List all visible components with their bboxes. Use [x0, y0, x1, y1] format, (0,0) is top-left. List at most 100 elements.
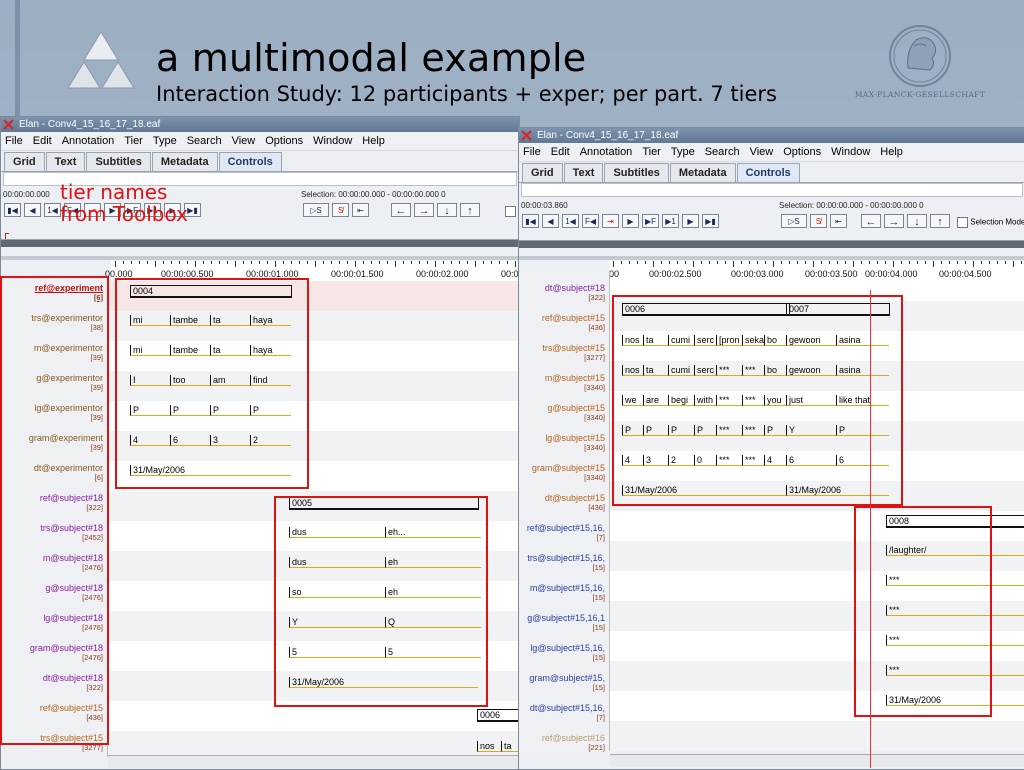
play-around-selection-button[interactable]: ▷S — [781, 214, 807, 228]
menu-help[interactable]: Help — [876, 143, 909, 161]
menu-view[interactable]: View — [228, 132, 262, 150]
next-frame-button[interactable]: ▶1 — [662, 214, 679, 228]
ruler-tick — [749, 261, 750, 264]
menu-edit[interactable]: Edit — [29, 132, 58, 150]
panel-splitter[interactable] — [519, 256, 1024, 260]
panel-splitter[interactable] — [1, 256, 519, 260]
down-arrow-icon[interactable]: ↓ — [437, 203, 457, 217]
ruler-tick — [805, 261, 806, 264]
selection-mode-checkbox[interactable] — [505, 206, 516, 217]
ruler-tick — [789, 261, 790, 264]
tier-name[interactable]: lg@subject#15,16, — [530, 643, 605, 653]
ruler-tick — [725, 261, 726, 264]
ruler-tick — [677, 261, 678, 264]
timeline-scrubber[interactable] — [519, 240, 1024, 248]
tier-track-row[interactable] — [108, 731, 519, 757]
ruler-tick — [211, 261, 212, 264]
timeline-scrubber[interactable] — [1, 239, 519, 247]
tier-name[interactable]: ref@subject#16 — [542, 733, 605, 743]
tier-name[interactable]: gram@subject#15 — [532, 463, 605, 473]
play-selection-button[interactable]: ⇥ — [602, 214, 619, 228]
toggle-crosshair-button[interactable]: ⇤ — [830, 214, 847, 228]
tab-metadata[interactable]: Metadata — [151, 152, 218, 171]
previous-second-button[interactable]: ◀ — [24, 203, 41, 217]
menu-annotation[interactable]: Annotation — [576, 143, 639, 161]
play-around-selection-button[interactable]: ▷S — [303, 203, 329, 217]
annotation[interactable]: nos — [477, 741, 502, 752]
toggle-crosshair-button[interactable]: ⇤ — [352, 203, 369, 217]
clear-selection-button[interactable]: S̸ — [332, 203, 349, 217]
tier-name[interactable]: trs@subject#15,16, — [527, 553, 605, 563]
menu-file[interactable]: File — [519, 143, 547, 161]
next-pixel-button[interactable]: ▶F — [642, 214, 659, 228]
tier-names-callout: tier names from Toolbox — [60, 180, 188, 226]
left-arrow-icon[interactable]: ← — [861, 214, 881, 228]
selection-mode-checkbox[interactable] — [957, 217, 968, 228]
previous-frame-button[interactable]: 1◀ — [562, 214, 579, 228]
down-arrow-icon[interactable]: ↓ — [907, 214, 927, 228]
tier-name[interactable]: dt@subject#15 — [545, 493, 605, 503]
go-to-begin-button[interactable]: ▮◀ — [4, 203, 21, 217]
up-arrow-icon[interactable]: ↑ — [460, 203, 480, 217]
tab-text[interactable]: Text — [563, 163, 604, 182]
tab-grid[interactable]: Grid — [522, 163, 563, 182]
tab-subtitles[interactable]: Subtitles — [86, 152, 151, 171]
previous-pixel-button[interactable]: F◀ — [582, 214, 599, 228]
previous-second-button[interactable]: ◀ — [542, 214, 559, 228]
right-arrow-icon[interactable]: → — [884, 214, 904, 228]
horizontal-scrollbar[interactable] — [108, 755, 519, 768]
tier-name[interactable]: dt@subject#15,16, — [530, 703, 605, 713]
menu-search[interactable]: Search — [183, 132, 228, 150]
tier-name[interactable]: g@subject#15,16,1 — [527, 613, 605, 623]
clear-selection-button[interactable]: S̸ — [810, 214, 827, 228]
tab-subtitles[interactable]: Subtitles — [604, 163, 669, 182]
tab-controls[interactable]: Controls — [736, 163, 800, 182]
next-second-button[interactable]: ▶ — [682, 214, 699, 228]
menu-view[interactable]: View — [746, 143, 780, 161]
tier-name[interactable]: m@subject#15 — [545, 373, 605, 383]
menu-type[interactable]: Type — [667, 143, 701, 161]
tab-metadata[interactable]: Metadata — [669, 163, 736, 182]
tab-controls[interactable]: Controls — [218, 152, 282, 171]
annotation[interactable]: ta — [501, 741, 519, 752]
left-arrow-icon[interactable]: ← — [391, 203, 411, 217]
tier-name[interactable]: ref@subject#15 — [542, 313, 605, 323]
tier-name[interactable]: dt@subject#18 — [545, 283, 605, 293]
menu-help[interactable]: Help — [358, 132, 391, 150]
menu-tier[interactable]: Tier — [120, 132, 149, 150]
tier-name[interactable]: trs@subject#15 — [542, 343, 605, 353]
previous-frame-button[interactable]: 1◀ — [44, 203, 61, 217]
menu-annotation[interactable]: Annotation — [58, 132, 121, 150]
tier-label: dt@subject#18 [322] — [545, 283, 605, 303]
tab-text[interactable]: Text — [45, 152, 86, 171]
tier-name[interactable]: gram@subject#15, — [529, 673, 605, 683]
ruler-tick-label: 00:00:04.500 — [939, 269, 992, 279]
tier-name[interactable]: lg@subject#15 — [545, 433, 605, 443]
time-ruler[interactable]: 00 00:00:02.500 00:00:03.000 00:00:03.500 00… — [609, 261, 1024, 282]
menu-options[interactable]: Options — [779, 143, 827, 161]
play-button[interactable]: ▶ — [622, 214, 639, 228]
annotation-id[interactable]: 0006 — [477, 709, 519, 722]
menu-file[interactable]: File — [1, 132, 29, 150]
tier-name[interactable]: m@subject#15,16, — [530, 583, 605, 593]
up-arrow-icon[interactable]: ↑ — [930, 214, 950, 228]
tier-name[interactable]: g@subject#15 — [547, 403, 605, 413]
horizontal-scrollbar[interactable] — [610, 754, 1024, 767]
menu-type[interactable]: Type — [149, 132, 183, 150]
ruler-tick — [653, 261, 654, 267]
go-to-begin-button[interactable]: ▮◀ — [522, 214, 539, 228]
menu-tier[interactable]: Tier — [638, 143, 667, 161]
tab-grid[interactable]: Grid — [4, 152, 45, 171]
selection-mode-toggle[interactable]: Selection Mode — [957, 217, 1024, 228]
menu-search[interactable]: Search — [701, 143, 746, 161]
menu-window[interactable]: Window — [827, 143, 876, 161]
menu-options[interactable]: Options — [261, 132, 309, 150]
right-arrow-icon[interactable]: → — [414, 203, 434, 217]
ruler-tick — [629, 261, 630, 264]
tier-track-row[interactable] — [610, 721, 1024, 751]
tier-name[interactable]: ref@subject#15,16, — [527, 523, 605, 533]
ruler-tick — [981, 261, 982, 264]
go-to-end-button[interactable]: ▶▮ — [702, 214, 719, 228]
menu-window[interactable]: Window — [309, 132, 358, 150]
menu-edit[interactable]: Edit — [547, 143, 576, 161]
